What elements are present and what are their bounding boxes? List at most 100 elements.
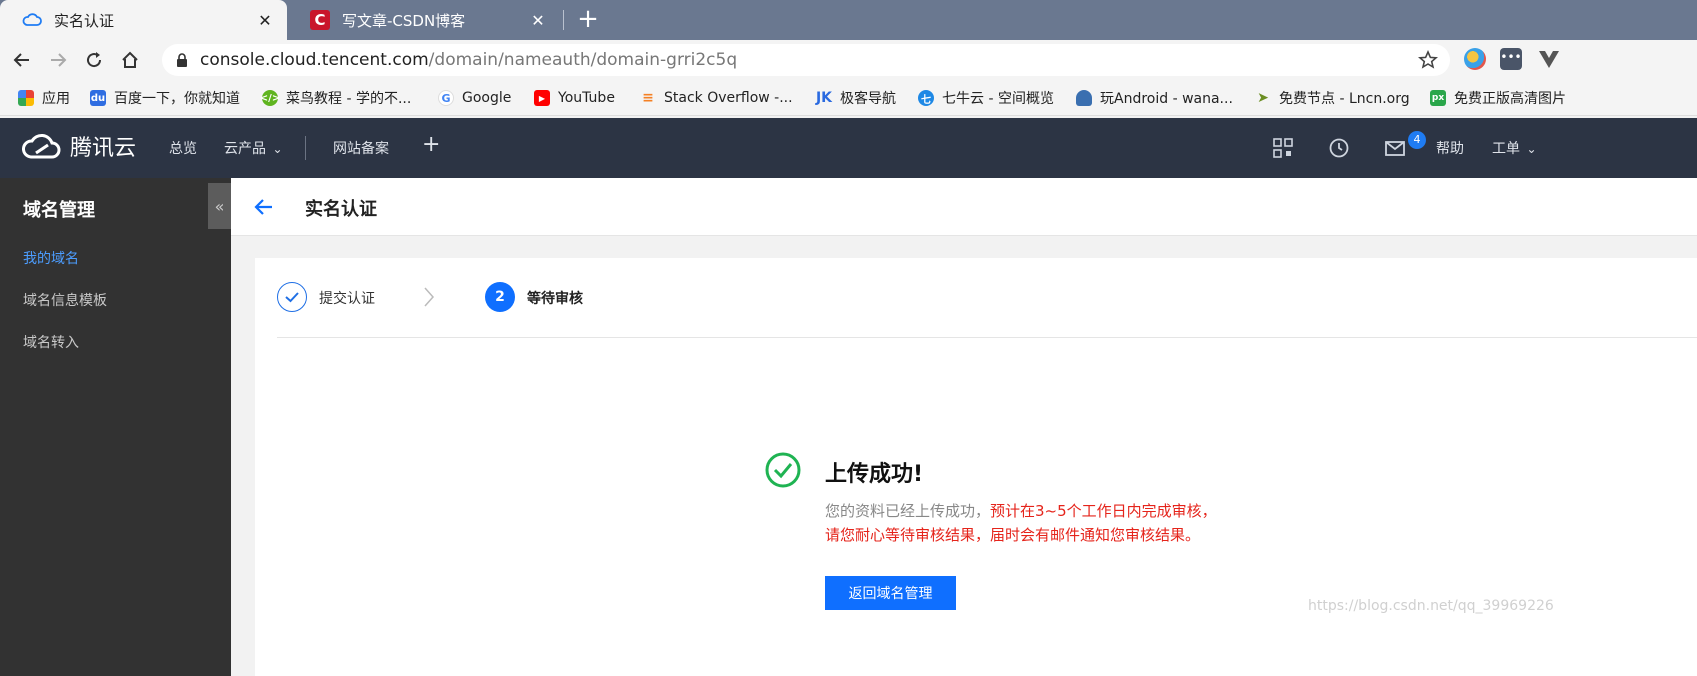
step-1-indicator — [277, 282, 307, 312]
bookmark-apps[interactable]: 应用 — [18, 87, 70, 109]
step-2-indicator: 2 — [485, 282, 515, 312]
add-shortcut-button[interactable]: + — [422, 132, 440, 157]
bookmark-label: 百度一下，你就知道 — [114, 91, 240, 107]
reload-icon — [87, 52, 102, 68]
ticket-label: 工单 — [1492, 141, 1520, 157]
bookmark-pexels[interactable]: px 免费正版高清图片 — [1430, 87, 1566, 109]
sidebar-collapse-button[interactable]: « — [208, 183, 231, 229]
tab-real-name-auth[interactable]: 实名认证 ✕ — [0, 0, 287, 40]
bookmark-youtube[interactable]: ▶ YouTube — [534, 87, 615, 109]
android-icon — [1076, 90, 1092, 106]
tencent-cloud-logo[interactable]: 腾讯云 — [22, 130, 136, 162]
extension-color-icon[interactable] — [1464, 48, 1486, 70]
bookmark-label: Google — [462, 90, 512, 106]
bookmarks-bar: 应用 du 百度一下，你就知道 </> 菜鸟教程 - 学的不... G Goog… — [0, 80, 1697, 116]
qiniu-icon: 七 — [918, 90, 934, 106]
url-host: console.cloud.tencent.com — [200, 50, 429, 70]
success-check-icon — [765, 452, 801, 488]
bookmark-label: 七牛云 - 空间概览 — [942, 91, 1054, 107]
nav-label: 云产品 — [224, 141, 266, 157]
page-header: 实名认证 — [231, 178, 1697, 236]
logo-text: 腾讯云 — [70, 136, 137, 161]
steps-divider — [277, 337, 1697, 338]
console-header: 腾讯云 总览 云产品 ⌄ 网站备案 + 4 帮助 工单 ⌄ — [0, 118, 1697, 178]
forward-button[interactable] — [42, 44, 74, 76]
chevron-down-icon: ⌄ — [272, 142, 283, 156]
back-button[interactable] — [6, 44, 38, 76]
bookmark-label: 极客导航 — [840, 91, 896, 107]
bookmark-stackoverflow[interactable]: ≡ Stack Overflow -... — [640, 87, 793, 109]
ticket-menu[interactable]: 工单 ⌄ — [1492, 138, 1537, 158]
vue-icon — [1539, 51, 1559, 68]
chevron-down-icon: ⌄ — [1526, 142, 1537, 156]
nav-icp-filing[interactable]: 网站备案 — [333, 138, 389, 158]
jike-icon: JK — [815, 90, 833, 106]
sidebar-item-domain-templates[interactable]: 域名信息模板 — [23, 290, 107, 310]
upload-success-text: 您的资料已经上传成功， — [825, 502, 991, 520]
tab-csdn[interactable]: C 写文章-CSDN博客 ✕ — [288, 0, 560, 40]
bookmark-baidu[interactable]: du 百度一下，你就知道 — [90, 87, 240, 109]
paper-plane-icon: ➤ — [1257, 90, 1269, 106]
pexels-icon: px — [1430, 90, 1446, 106]
browser-toolbar: console.cloud.tencent.com/domain/nameaut… — [0, 40, 1697, 80]
stackoverflow-icon: ≡ — [642, 90, 654, 106]
close-icon[interactable]: ✕ — [530, 11, 546, 30]
qrcode-icon[interactable] — [1272, 137, 1294, 159]
apps-grid-icon — [18, 90, 34, 106]
success-title: 上传成功! — [825, 462, 924, 487]
bookmark-wanandroid[interactable]: 玩Android - wana... — [1076, 87, 1233, 109]
bookmark-jike[interactable]: JK 极客导航 — [816, 87, 896, 109]
mail-icon[interactable] — [1384, 137, 1406, 159]
watermark-text: https://blog.csdn.net/qq_39969226 — [1308, 598, 1554, 614]
bookmark-label: 免费正版高清图片 — [1454, 91, 1566, 107]
nav-cloud-products[interactable]: 云产品 ⌄ — [224, 138, 283, 158]
bookmark-label: 应用 — [42, 91, 70, 107]
back-to-domain-management-button[interactable]: 返回域名管理 — [825, 576, 956, 610]
sidebar-title: 域名管理 — [23, 200, 95, 221]
tab-title: 实名认证 — [54, 11, 115, 30]
extension-more-icon[interactable]: ••• — [1500, 48, 1522, 70]
bookmark-label: 菜鸟教程 - 学的不... — [286, 91, 412, 107]
chevron-right-icon — [424, 287, 435, 307]
help-link[interactable]: 帮助 — [1436, 138, 1464, 158]
lock-icon — [177, 53, 187, 67]
bookmark-google[interactable]: G Google — [438, 87, 511, 109]
close-icon[interactable]: ✕ — [257, 11, 273, 30]
bookmark-label: Stack Overflow -... — [664, 90, 793, 106]
extension-vue-icon[interactable] — [1538, 48, 1560, 70]
wait-notice-text: 请您耐心等待审核结果，届时会有邮件通知您审核结果。 — [825, 526, 1201, 544]
bookmark-label: YouTube — [558, 90, 615, 106]
step-2-label: 等待审核 — [527, 291, 583, 307]
browser-tab-bar: 实名认证 ✕ C 写文章-CSDN博客 ✕ + — [0, 0, 1697, 40]
google-icon: G — [438, 90, 454, 106]
runoob-icon: </> — [260, 90, 280, 106]
bookmark-lncn[interactable]: ➤ 免费节点 - Lncn.org — [1255, 87, 1409, 109]
sidebar: 域名管理 我的域名 域名信息模板 域名转入 — [0, 178, 231, 676]
nav-overview[interactable]: 总览 — [169, 138, 197, 158]
page-title: 实名认证 — [305, 199, 377, 220]
tab-separator — [563, 10, 564, 30]
baidu-icon: du — [90, 90, 106, 106]
sidebar-item-domain-transfer[interactable]: 域名转入 — [23, 332, 79, 352]
csdn-icon: C — [310, 10, 330, 30]
bookmark-runoob[interactable]: </> 菜鸟教程 - 学的不... — [260, 87, 412, 109]
home-button[interactable] — [114, 44, 146, 76]
star-icon[interactable] — [1418, 50, 1438, 70]
address-bar[interactable]: console.cloud.tencent.com/domain/nameaut… — [162, 44, 1450, 76]
bookmark-label: 玩Android - wana... — [1100, 91, 1233, 107]
review-eta-text: 预计在3~5个工作日内完成审核， — [990, 502, 1217, 520]
tencent-cloud-logo-icon — [22, 134, 61, 159]
arrow-right-icon — [51, 53, 67, 67]
clock-icon[interactable] — [1328, 137, 1350, 159]
arrow-left-icon — [13, 53, 29, 67]
reload-button[interactable] — [78, 44, 110, 76]
checkmark-icon — [285, 292, 299, 303]
bookmark-qiniu[interactable]: 七 七牛云 - 空间概览 — [918, 87, 1054, 109]
url-path: /domain/nameauth/domain-grri2c5q — [428, 50, 738, 70]
step-1-label: 提交认证 — [319, 291, 375, 307]
new-tab-button[interactable]: + — [576, 6, 600, 34]
nav-divider — [305, 136, 306, 160]
sidebar-item-my-domains[interactable]: 我的域名 — [23, 248, 79, 268]
mail-count-badge: 4 — [1408, 131, 1426, 149]
back-arrow-icon[interactable] — [253, 196, 275, 218]
